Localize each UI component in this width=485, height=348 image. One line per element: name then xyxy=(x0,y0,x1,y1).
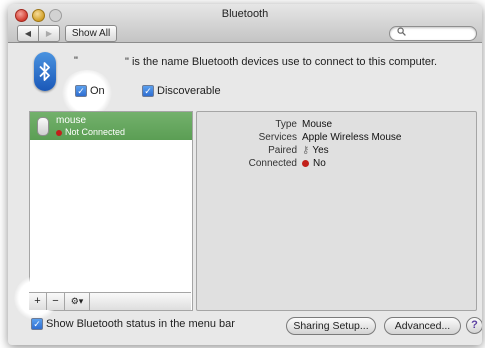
discoverable-option[interactable]: ✓ Discoverable xyxy=(142,85,221,98)
on-label: On xyxy=(90,85,105,97)
computer-name-description: " is the name Bluetooth devices use to c… xyxy=(125,56,438,68)
show-all-button[interactable]: Show All xyxy=(65,25,117,42)
connected-label: Connected xyxy=(248,158,297,169)
type-label: Type xyxy=(275,119,297,130)
device-list-toolbar: + − ⚙▾ xyxy=(29,292,191,310)
title-bar: Bluetooth ◀ ▶ Show All xyxy=(8,4,482,43)
mouse-icon xyxy=(37,117,49,136)
services-value: Apple Wireless Mouse xyxy=(302,132,402,143)
not-connected-icon xyxy=(302,159,309,167)
window-title: Bluetooth xyxy=(221,8,269,20)
bluetooth-logo-icon xyxy=(34,52,56,91)
device-list: mouse Not Connected xyxy=(29,111,193,311)
paired-label: Paired xyxy=(268,145,297,156)
type-value: Mouse xyxy=(302,119,333,130)
add-device-button[interactable]: + xyxy=(29,293,47,310)
show-status-checkbox[interactable]: ✓ xyxy=(31,318,43,331)
device-details-panel: Type Mouse Services Apple Wireless Mouse… xyxy=(196,111,477,311)
back-arrow-icon[interactable]: ◀ xyxy=(18,26,38,41)
device-row[interactable]: mouse Not Connected xyxy=(30,112,192,140)
computer-name-open-quote: " xyxy=(74,55,78,67)
bluetooth-preferences-window: Bluetooth ◀ ▶ Show All " " is the name B… xyxy=(8,4,482,345)
action-menu-button[interactable]: ⚙▾ xyxy=(65,293,90,310)
paired-key-icon: ⚷ xyxy=(302,145,310,156)
sharing-setup-button[interactable]: Sharing Setup... xyxy=(286,317,376,335)
advanced-button[interactable]: Advanced... xyxy=(384,317,461,335)
services-label: Services xyxy=(258,132,297,143)
show-status-option[interactable]: ✓ Show Bluetooth status in the menu bar xyxy=(31,318,235,331)
on-checkbox[interactable]: ✓ xyxy=(75,85,87,98)
back-forward-control: ◀ ▶ xyxy=(17,25,60,42)
connected-value: No xyxy=(302,158,326,169)
show-status-label: Show Bluetooth status in the menu bar xyxy=(46,318,235,330)
device-name: mouse xyxy=(56,115,87,126)
discoverable-label: Discoverable xyxy=(157,85,221,97)
remove-device-button[interactable]: − xyxy=(47,293,65,310)
search-icon xyxy=(397,27,406,40)
forward-arrow-icon[interactable]: ▶ xyxy=(38,26,59,41)
disconnected-dot-icon xyxy=(56,129,62,136)
search-field[interactable] xyxy=(389,26,477,41)
device-status: Not Connected xyxy=(56,127,125,137)
discoverable-checkbox[interactable]: ✓ xyxy=(142,85,154,98)
help-button[interactable]: ? xyxy=(466,317,482,334)
paired-value: ⚷ Yes xyxy=(302,145,329,156)
bluetooth-on-option[interactable]: ✓ On xyxy=(75,85,105,98)
